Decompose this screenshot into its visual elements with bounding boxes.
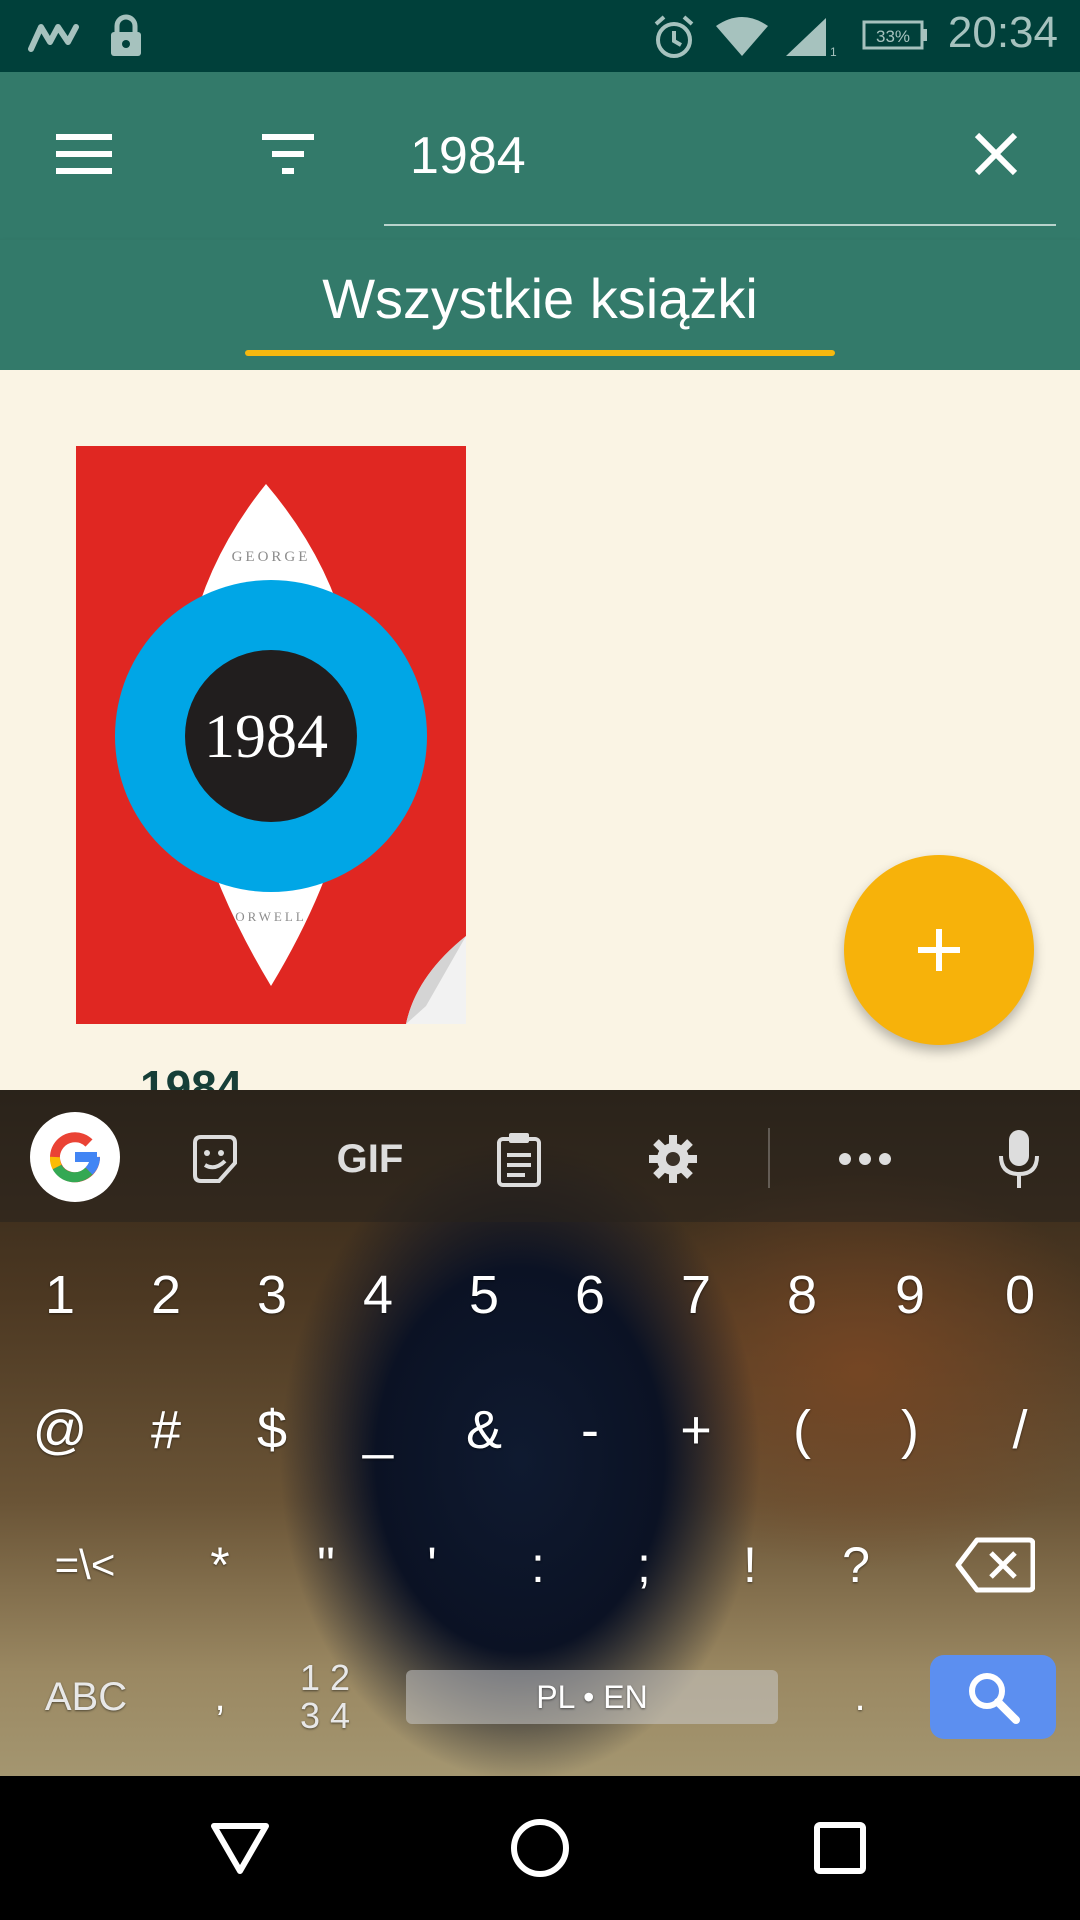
key-paren-close[interactable]: ) (860, 1375, 960, 1485)
settings-icon (649, 1135, 697, 1183)
recents-button[interactable] (790, 1798, 890, 1898)
book-cover: GEORGE 1984 ORWELL (76, 446, 466, 1024)
key-minus[interactable]: - (540, 1375, 640, 1485)
app-m-icon (28, 24, 79, 52)
sticker-button[interactable] (170, 1114, 260, 1204)
svg-text:GEORGE: GEORGE (232, 549, 311, 565)
keyboard-toolbar: GIF (0, 1090, 1080, 1222)
filter-button[interactable] (228, 94, 348, 214)
close-icon (974, 132, 1018, 176)
key-double-quote[interactable]: " (276, 1510, 376, 1620)
svg-text:1: 1 (830, 45, 837, 58)
status-time: 20:34 (947, 8, 1058, 57)
tab-all-books-label: Wszystkie książki (322, 266, 758, 330)
settings-button[interactable] (628, 1114, 718, 1204)
microphone-icon (999, 1130, 1039, 1188)
numpad-key[interactable]: 1 2 3 4 (280, 1642, 370, 1752)
more-icon (839, 1153, 891, 1165)
svg-text:33%: 33% (876, 27, 910, 46)
home-icon (511, 1819, 569, 1877)
key-ampersand[interactable]: & (434, 1375, 534, 1485)
back-button[interactable] (190, 1798, 290, 1898)
key-dollar[interactable]: $ (222, 1375, 322, 1485)
key-asterisk[interactable]: * (170, 1510, 270, 1620)
clipboard-button[interactable] (474, 1114, 564, 1204)
menu-icon (56, 134, 112, 174)
alarm-icon (654, 15, 694, 58)
numpad-key-bottom: 3 4 (299, 1695, 351, 1736)
key-5[interactable]: 5 (434, 1240, 534, 1350)
numpad-key-top: 1 2 (299, 1657, 351, 1698)
key-exclamation[interactable]: ! (700, 1510, 800, 1620)
key-question[interactable]: ? (806, 1510, 906, 1620)
key-period[interactable]: . (830, 1642, 890, 1752)
svg-text:1984: 1984 (204, 703, 328, 771)
add-book-button[interactable] (844, 855, 1034, 1045)
recents-icon (814, 1822, 866, 1874)
backspace-key[interactable] (940, 1510, 1050, 1620)
backspace-icon (955, 1537, 1035, 1593)
key-8[interactable]: 8 (752, 1240, 852, 1350)
space-key[interactable]: PL • EN (406, 1670, 778, 1724)
clear-search-button[interactable] (936, 94, 1056, 214)
abc-key[interactable]: ABC (30, 1642, 142, 1752)
google-icon (49, 1132, 101, 1183)
tab-bar: Wszystkie książki (0, 240, 1080, 370)
search-query: 1984 (410, 127, 526, 185)
key-2[interactable]: 2 (116, 1240, 216, 1350)
keyboard: GIF 1 2 3 4 5 6 7 8 9 0 @ # $ _ & - + (… (0, 1090, 1080, 1776)
navigation-bar (0, 1776, 1080, 1920)
key-colon[interactable]: : (488, 1510, 588, 1620)
key-underscore[interactable]: _ (328, 1375, 428, 1485)
key-7[interactable]: 7 (646, 1240, 746, 1350)
key-4[interactable]: 4 (328, 1240, 428, 1350)
key-semicolon[interactable]: ; (594, 1510, 694, 1620)
svg-text:ORWELL: ORWELL (235, 909, 306, 924)
key-single-quote[interactable]: ' (382, 1510, 482, 1620)
key-1[interactable]: 1 (10, 1240, 110, 1350)
key-plus[interactable]: + (646, 1375, 746, 1485)
keyboard-toolbar-divider (768, 1128, 770, 1188)
home-button[interactable] (490, 1798, 590, 1898)
gif-icon: GIF (336, 1136, 404, 1181)
key-at[interactable]: @ (10, 1375, 110, 1485)
key-paren-open[interactable]: ( (752, 1375, 852, 1485)
book-card[interactable]: GEORGE 1984 ORWELL (76, 446, 466, 1024)
key-slash[interactable]: / (970, 1375, 1070, 1485)
key-0[interactable]: 0 (970, 1240, 1070, 1350)
key-hash[interactable]: # (116, 1375, 216, 1485)
wifi-icon (716, 17, 768, 56)
tab-all-books[interactable]: Wszystkie książki (245, 240, 835, 356)
search-key[interactable] (930, 1655, 1056, 1739)
book-title: 1984 (140, 1061, 243, 1090)
google-button[interactable] (30, 1112, 120, 1202)
sticker-icon (193, 1135, 237, 1183)
search-icon (969, 1673, 1020, 1724)
gif-button[interactable]: GIF (320, 1114, 420, 1204)
lock-icon (111, 14, 141, 56)
key-6[interactable]: 6 (540, 1240, 640, 1350)
toolbar: 1984 (0, 72, 1080, 240)
voice-input-button[interactable] (974, 1114, 1064, 1204)
filter-icon (262, 134, 314, 174)
key-3[interactable]: 3 (222, 1240, 322, 1350)
menu-button[interactable] (24, 94, 144, 214)
back-icon (211, 1823, 269, 1874)
battery-icon: 33% (862, 20, 927, 50)
key-comma[interactable]: , (190, 1642, 250, 1752)
key-more-symbols[interactable]: =\< (20, 1510, 150, 1620)
tab-indicator (245, 350, 835, 356)
signal-icon: 1 (786, 18, 837, 58)
status-bar: 1 33% 20:34 (0, 0, 1080, 72)
clipboard-icon (497, 1133, 541, 1187)
key-9[interactable]: 9 (860, 1240, 960, 1350)
more-button[interactable] (820, 1114, 910, 1204)
plus-icon (918, 929, 960, 971)
